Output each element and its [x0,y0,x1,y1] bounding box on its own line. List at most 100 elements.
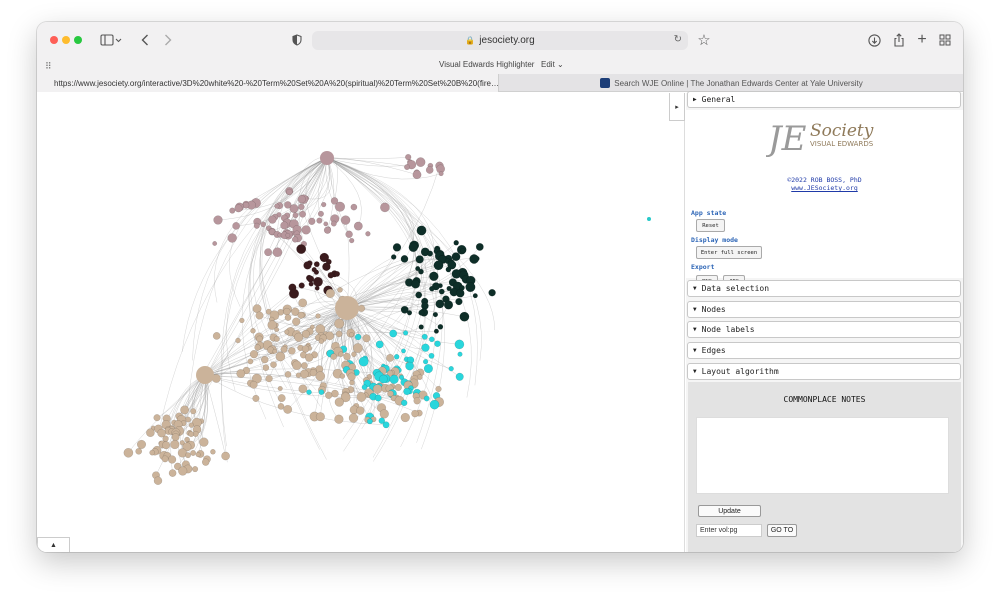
graph-node [423,395,430,402]
graph-node [374,394,382,402]
tab-wje-search[interactable]: Search WJE Online | The Jonathan Edwards… [500,74,963,92]
graph-node [366,418,373,425]
graph-edge [326,156,409,159]
graph-node [338,351,344,358]
star-icon[interactable]: ☆ [696,31,712,49]
control-panel: ▶ General JE Society VISUAL EDWARDS ©202… [686,91,963,552]
extension-title[interactable]: Visual Edwards Highlighter [439,60,534,69]
graph-node [460,248,466,254]
close-window-button[interactable] [50,36,58,44]
graph-node [288,347,296,355]
zoom-window-button[interactable] [74,36,82,44]
graph-node [265,375,273,383]
graph-node [308,217,316,225]
graph-node [428,352,435,359]
minimize-window-button[interactable] [62,36,70,44]
graph-node [429,271,439,282]
tab-visual-edwards[interactable]: https://www.jesociety.org/interactive/3D… [37,74,499,92]
section-general[interactable]: ▶ General [687,91,961,108]
download-icon[interactable] [866,31,882,49]
graph-node [347,372,356,381]
graph-node [408,242,418,253]
forward-icon[interactable] [161,31,175,49]
section-layout-algorithm[interactable]: ▼ Layout algorithm [687,363,961,380]
extension-edit-menu[interactable]: Edit ⌄ [541,60,564,69]
graph-node [212,241,218,246]
graph-node [323,226,332,234]
section-nodes[interactable]: ▼ Nodes [687,301,961,318]
section-edges[interactable]: ▼ Edges [687,342,961,359]
graph-node [210,449,216,455]
graph-hub-node [320,151,334,165]
graph-node [391,254,397,260]
graph-node [451,252,461,262]
graph-node [250,328,256,334]
graph-node [459,311,470,322]
graph-node [322,262,331,271]
sidebar-icon[interactable] [98,31,124,49]
network-graph-canvas[interactable]: ▸ ▲ [37,93,685,552]
tab-label: https://www.jesociety.org/interactive/3D… [54,78,499,88]
graph-node [313,269,320,275]
vol-page-input[interactable]: Enter vol:pg [696,524,762,537]
graph-node [433,260,444,271]
graph-node [255,311,264,320]
graph-node [415,255,424,264]
shield-icon[interactable] [290,31,304,49]
reload-icon[interactable]: ↻ [674,34,682,45]
graph-node [405,361,414,371]
notes-textarea[interactable] [696,417,949,494]
graph-node [232,222,240,230]
graph-node [488,288,496,297]
tab-label: Search WJE Online | The Jonathan Edwards… [614,78,863,88]
commonplace-notes: COMMONPLACE NOTES Update Enter vol:pg GO… [688,382,961,552]
graph-node [345,230,353,239]
graph-node [235,337,241,344]
graph-node [294,332,304,342]
graph-node [432,312,439,318]
graph-node [427,250,434,257]
triangle-down-icon: ▼ [693,306,697,313]
page-content: ▸ ▲ ▶ General JE Society VISUAL EDWARDS … [37,91,963,552]
fullscreen-button[interactable]: Enter full screen [696,246,762,259]
update-button[interactable]: Update [698,505,761,517]
graph-edge [326,157,415,317]
grid-icon[interactable]: ⠿ [45,61,52,72]
graph-node-outlier[interactable] [647,217,651,221]
graph-node [280,221,289,230]
goto-button[interactable]: GO TO [767,524,797,537]
site-link[interactable]: www.JESociety.org [686,184,963,192]
back-icon[interactable] [138,31,152,49]
section-data-selection[interactable]: ▼ Data selection [687,280,961,297]
graph-node [190,450,197,456]
expand-bottom-button[interactable]: ▲ [37,537,70,552]
share-icon[interactable] [891,31,907,49]
graph-node [469,254,479,264]
graph-node [185,452,191,459]
section-label: General [701,95,736,104]
graph-node [249,350,259,359]
network-graph[interactable] [37,93,685,552]
graph-node [382,421,390,429]
toggle-panel-button[interactable]: ▸ [669,93,685,121]
graph-node [272,348,278,354]
graph-node [475,242,484,251]
graph-node [308,281,314,287]
graph-node [254,344,261,351]
graph-node [286,188,293,196]
jesociety-logo: JE Society VISUAL EDWARDS [766,119,874,159]
new-tab-icon[interactable]: + [914,31,930,49]
graph-node [295,372,302,378]
graph-node [325,391,333,399]
export-label: Export [691,263,715,271]
graph-node [277,403,285,410]
reset-button[interactable]: Reset [696,219,725,232]
general-section-body: JE Society VISUAL EDWARDS ©2022 ROB BOSS… [686,110,963,288]
address-bar[interactable]: 🔒 jesociety.org ↻ [312,31,688,50]
graph-node [318,338,324,344]
graph-node [358,356,369,367]
section-node-labels[interactable]: ▼ Node labels [687,321,961,338]
tab-overview-icon[interactable] [937,31,953,49]
graph-node [337,286,343,293]
graph-node [149,449,155,456]
